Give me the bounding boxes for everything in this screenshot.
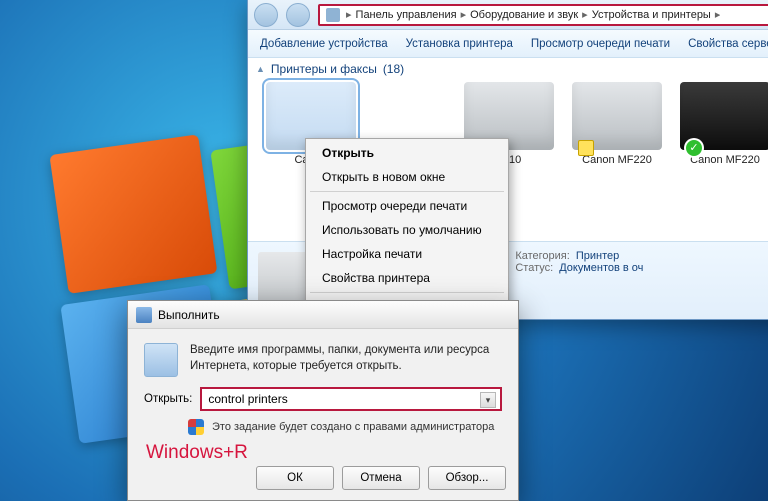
detail-value: Документов в оч: [559, 262, 643, 274]
menu-printer-properties[interactable]: Свойства принтера: [306, 266, 508, 290]
warning-badge-icon: [578, 140, 594, 156]
open-input[interactable]: control printers ▾: [200, 387, 502, 411]
titlebar: ▸ Панель управления ▸ Оборудование и зву…: [248, 0, 768, 30]
run-dialog: Выполнить Введите имя программы, папки, …: [127, 300, 519, 501]
breadcrumb-item[interactable]: Устройства и принтеры: [592, 9, 711, 21]
menu-open[interactable]: Открыть: [306, 141, 508, 165]
breadcrumb-item[interactable]: Оборудование и звук: [470, 9, 578, 21]
run-title: Выполнить: [158, 308, 220, 322]
run-titlebar: Выполнить: [128, 301, 518, 329]
printer-icon: ✓: [680, 82, 768, 150]
annotation-hotkey: Windows+R: [146, 442, 248, 464]
default-check-icon: ✓: [686, 140, 702, 156]
run-large-icon: [144, 343, 178, 377]
printer-item[interactable]: ✓ Canon MF220: [680, 82, 768, 166]
nav-forward-button[interactable]: [286, 3, 310, 27]
cancel-button[interactable]: Отмена: [342, 466, 420, 490]
cmd-add-device[interactable]: Добавление устройства: [260, 38, 388, 50]
dropdown-icon[interactable]: ▾: [480, 392, 496, 408]
breadcrumb[interactable]: ▸ Панель управления ▸ Оборудование и зву…: [318, 4, 768, 26]
browse-button[interactable]: Обзор...: [428, 466, 506, 490]
breadcrumb-item[interactable]: Панель управления: [356, 9, 457, 21]
run-icon: [136, 307, 152, 323]
uac-shield-icon: [188, 419, 204, 435]
menu-printing-prefs[interactable]: Настройка печати: [306, 242, 508, 266]
group-count: (18): [383, 62, 404, 76]
run-description: Введите имя программы, папки, документа …: [190, 343, 502, 377]
menu-set-default[interactable]: Использовать по умолчанию: [306, 218, 508, 242]
group-header-printers[interactable]: ▲ Принтеры и факсы (18): [248, 58, 768, 80]
group-title: Принтеры и факсы: [271, 62, 377, 76]
printer-icon: [572, 82, 662, 150]
open-value: control printers: [208, 392, 287, 406]
admin-note: Это задание будет создано с правами адми…: [212, 421, 494, 433]
menu-open-new-window[interactable]: Открыть в новом окне: [306, 165, 508, 189]
detail-value: Принтер: [576, 250, 619, 262]
ok-button[interactable]: ОК: [256, 466, 334, 490]
menu-view-queue[interactable]: Просмотр очереди печати: [306, 194, 508, 218]
cmd-server-props[interactable]: Свойства сервера печат: [688, 38, 768, 50]
expand-icon: ▲: [256, 64, 265, 74]
control-panel-icon: [326, 8, 340, 22]
cmd-view-queue[interactable]: Просмотр очереди печати: [531, 38, 670, 50]
printer-item[interactable]: Canon MF220: [572, 82, 662, 166]
command-bar: Добавление устройства Установка принтера…: [248, 30, 768, 58]
open-label: Открыть:: [144, 393, 192, 405]
detail-key: Категория:: [515, 250, 569, 262]
cmd-add-printer[interactable]: Установка принтера: [406, 38, 513, 50]
detail-key: Статус:: [515, 262, 553, 274]
nav-back-button[interactable]: [254, 3, 278, 27]
